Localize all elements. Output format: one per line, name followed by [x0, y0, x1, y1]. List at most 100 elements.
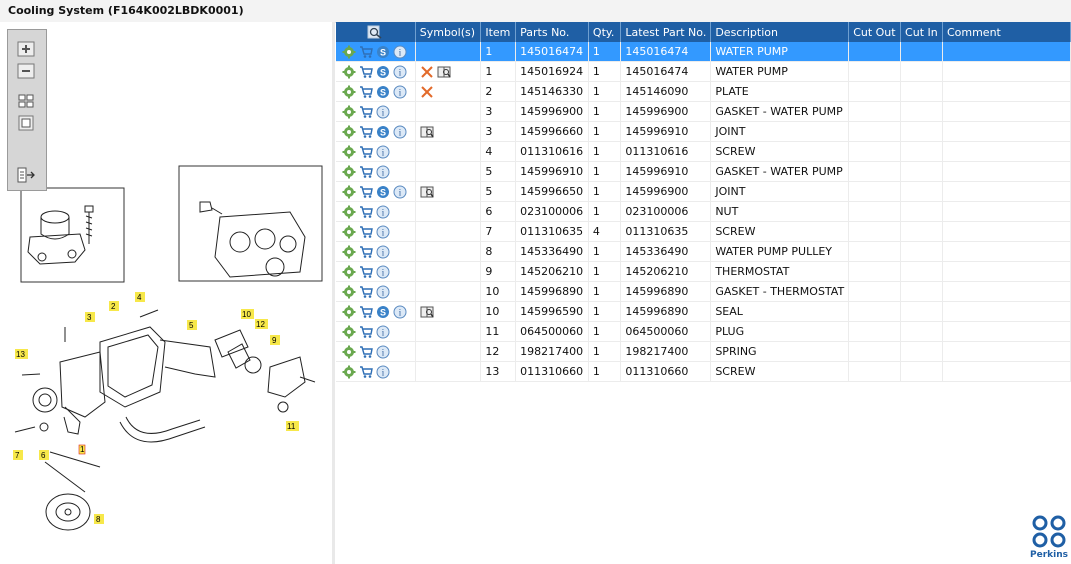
gear-icon[interactable]	[342, 225, 356, 239]
column-header-comment[interactable]: Comment	[942, 22, 1071, 42]
info-icon[interactable]: i	[376, 225, 390, 239]
gear-icon[interactable]	[342, 185, 356, 199]
gear-icon[interactable]	[342, 145, 356, 159]
table-row[interactable]: i 13 011310660 1 011310660 SCREW	[336, 361, 1071, 382]
column-header-qty[interactable]: Qty.	[588, 22, 622, 42]
cart-icon[interactable]	[359, 125, 373, 139]
supersession-icon[interactable]: S	[376, 45, 390, 59]
column-header-latest-part-no[interactable]: Latest Part No.	[620, 22, 712, 42]
cart-icon[interactable]	[359, 345, 373, 359]
supersession-icon[interactable]: S	[376, 65, 390, 79]
gear-icon[interactable]	[342, 265, 356, 279]
info-icon[interactable]: i	[393, 85, 407, 99]
info-icon[interactable]: i	[393, 305, 407, 319]
zoom-out-button[interactable]	[15, 62, 37, 80]
info-icon[interactable]: i	[376, 145, 390, 159]
table-row[interactable]: i 5 145996910 1 145996910 GASKET - WATER PUMP	[336, 161, 1071, 182]
cart-icon[interactable]	[359, 225, 373, 239]
gear-icon[interactable]	[342, 305, 356, 319]
gear-icon[interactable]	[342, 125, 356, 139]
gear-icon[interactable]	[342, 165, 356, 179]
info-icon[interactable]: i	[393, 45, 407, 59]
supersession-icon[interactable]: S	[376, 125, 390, 139]
supersession-icon[interactable]: S	[376, 185, 390, 199]
actual-size-button[interactable]	[15, 114, 37, 132]
book-icon[interactable]	[420, 305, 434, 319]
cart-icon[interactable]	[359, 205, 373, 219]
column-header-item[interactable]: Item	[480, 22, 517, 42]
cart-icon[interactable]	[359, 165, 373, 179]
column-header-symbols[interactable]: Symbol(s)	[415, 22, 482, 42]
cart-icon[interactable]	[359, 105, 373, 119]
column-header-cut-out[interactable]: Cut Out	[848, 22, 902, 42]
book-icon[interactable]	[420, 185, 434, 199]
table-row[interactable]: i 4 011310616 1 011310616 SCREW	[336, 141, 1071, 162]
table-row[interactable]: Si 3 145996660 1 145996910 JOINT	[336, 121, 1071, 142]
table-row[interactable]: i 11 064500060 1 064500060 PLUG	[336, 321, 1071, 342]
info-icon[interactable]: i	[376, 245, 390, 259]
cart-icon[interactable]	[359, 245, 373, 259]
gear-icon[interactable]	[342, 105, 356, 119]
gear-icon[interactable]	[342, 65, 356, 79]
info-icon[interactable]: i	[376, 325, 390, 339]
table-row[interactable]: Si 1 145016474 1 145016474 WATER PUMP	[336, 42, 1071, 62]
comment-cell	[942, 321, 1071, 342]
symbols-cell	[415, 301, 482, 322]
column-header-cut-in[interactable]: Cut In	[900, 22, 943, 42]
info-icon[interactable]: i	[393, 185, 407, 199]
info-icon[interactable]: i	[393, 65, 407, 79]
table-row[interactable]: i 8 145336490 1 145336490 WATER PUMP PULLEY	[336, 241, 1071, 262]
table-row[interactable]: i 6 023100006 1 023100006 NUT	[336, 201, 1071, 222]
table-row[interactable]: Si 2 145146330 1 145146090 PLATE	[336, 81, 1071, 102]
fit-page-button[interactable]	[15, 92, 37, 110]
gear-icon[interactable]	[342, 245, 356, 259]
supersession-icon[interactable]: S	[376, 85, 390, 99]
item-cell: 7	[480, 221, 517, 242]
table-row[interactable]: i 7 011310635 4 011310635 SCREW	[336, 221, 1071, 242]
book-icon[interactable]	[420, 125, 434, 139]
info-icon[interactable]: i	[393, 125, 407, 139]
cart-icon[interactable]	[359, 265, 373, 279]
gear-icon[interactable]	[342, 45, 356, 59]
column-header-parts-no[interactable]: Parts No.	[515, 22, 589, 42]
table-row[interactable]: i 9 145206210 1 145206210 THERMOSTAT	[336, 261, 1071, 282]
gear-icon[interactable]	[342, 85, 356, 99]
column-header-search[interactable]	[336, 22, 416, 42]
diagram-pane[interactable]: 1 2 3 4 5 6 7 8 9 10 11 12 13	[0, 22, 335, 564]
column-header-description[interactable]: Description	[710, 22, 850, 42]
gear-icon[interactable]	[342, 365, 356, 379]
table-row[interactable]: Si 5 145996650 1 145996900 JOINT	[336, 181, 1071, 202]
cut-in-cell	[900, 121, 943, 142]
table-row[interactable]: i 3 145996900 1 145996900 GASKET - WATER PUMP	[336, 101, 1071, 122]
info-icon[interactable]: i	[376, 365, 390, 379]
gear-icon[interactable]	[342, 345, 356, 359]
cart-icon[interactable]	[359, 65, 373, 79]
table-row[interactable]: i 10 145996890 1 145996890 GASKET - THERMOSTA…	[336, 281, 1071, 302]
book-icon[interactable]	[437, 65, 451, 79]
info-icon[interactable]: i	[376, 105, 390, 119]
zoom-in-button[interactable]	[15, 40, 37, 58]
cart-icon[interactable]	[359, 145, 373, 159]
cart-icon[interactable]	[359, 305, 373, 319]
info-icon[interactable]: i	[376, 285, 390, 299]
gear-icon[interactable]	[342, 205, 356, 219]
gear-icon[interactable]	[342, 325, 356, 339]
table-row[interactable]: Si 10 145996590 1 145996890 SEAL	[336, 301, 1071, 322]
cart-icon[interactable]	[359, 365, 373, 379]
info-icon[interactable]: i	[376, 345, 390, 359]
parts-no-cell: 145336490	[515, 241, 589, 262]
supersession-icon[interactable]: S	[376, 305, 390, 319]
table-row[interactable]: Si 1 145016924 1 145016474 WATER PUMP	[336, 61, 1071, 82]
cart-icon[interactable]	[359, 185, 373, 199]
comment-cell	[942, 121, 1071, 142]
info-icon[interactable]: i	[376, 165, 390, 179]
cart-icon[interactable]	[359, 325, 373, 339]
info-icon[interactable]: i	[376, 205, 390, 219]
cart-icon[interactable]	[359, 85, 373, 99]
cart-icon[interactable]	[359, 285, 373, 299]
export-button[interactable]	[15, 166, 37, 184]
gear-icon[interactable]	[342, 285, 356, 299]
cart-icon[interactable]	[359, 45, 373, 59]
info-icon[interactable]: i	[376, 265, 390, 279]
table-row[interactable]: i 12 198217400 1 198217400 SPRING	[336, 341, 1071, 362]
